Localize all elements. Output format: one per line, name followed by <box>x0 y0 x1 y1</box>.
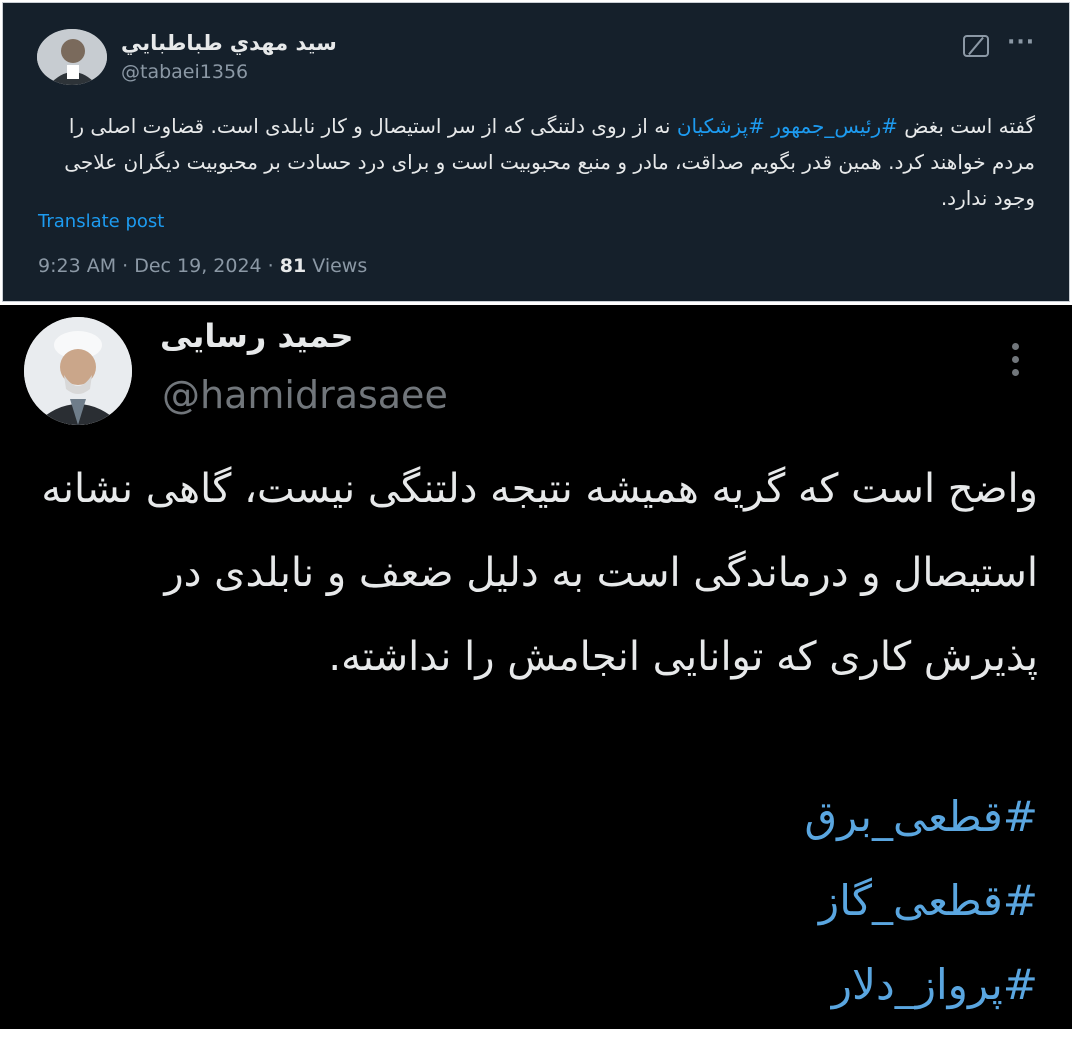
dot <box>1012 369 1019 376</box>
author-name[interactable]: حمید رسایی <box>160 317 354 355</box>
views-count: 81 <box>279 255 307 277</box>
screenshot-stage: سيد مهدي طباطبايي @tabaei1356 ··· گفته ا… <box>0 0 1086 1054</box>
hashtag-link[interactable]: #رئیس_جمهور <box>771 114 898 138</box>
hashtag-link[interactable]: #قطعی_گاز <box>438 859 1038 943</box>
tweet-text: واضح است که گریه همیشه نتیجه دلتنگی نیست… <box>41 466 1038 680</box>
author-handle[interactable]: @tabaei1356 <box>121 61 248 83</box>
tweet-card-2: حمید رسایی @hamidrasaee واضح است که گریه… <box>0 305 1072 1029</box>
author-handle[interactable]: @hamidrasaee <box>162 373 448 417</box>
tweet-meta: 9:23 AM · Dec 19, 2024 · 81 Views <box>38 255 367 277</box>
more-vertical-icon[interactable] <box>1012 343 1024 382</box>
avatar[interactable] <box>37 29 107 85</box>
author-name[interactable]: سيد مهدي طباطبايي <box>121 31 337 55</box>
tweet-text-prefix: گفته است بغض <box>897 114 1035 138</box>
avatar[interactable] <box>24 317 132 425</box>
dot <box>1012 356 1019 363</box>
hashtag-link[interactable]: #پزشکیان <box>677 114 765 138</box>
hashtag-list: #قطعی_برق #قطعی_گاز #پرواز_دلار <box>438 775 1038 1027</box>
person-portrait-icon <box>24 317 132 425</box>
hashtag-link[interactable]: #قطعی_برق <box>438 775 1038 859</box>
timestamp[interactable]: 9:23 AM · Dec 19, 2024 · <box>38 255 280 277</box>
views-label: Views <box>306 255 368 277</box>
grok-icon[interactable] <box>963 35 989 57</box>
dot <box>1012 343 1019 350</box>
tweet-card-1: سيد مهدي طباطبايي @tabaei1356 ··· گفته ا… <box>2 2 1070 302</box>
more-horizontal-icon[interactable]: ··· <box>1007 30 1035 55</box>
hashtag-link[interactable]: #پرواز_دلار <box>438 943 1038 1027</box>
translate-post-link[interactable]: Translate post <box>38 211 164 232</box>
tweet-text: گفته است بغض #رئیس_جمهور #پزشکیان نه از … <box>25 108 1035 216</box>
person-portrait-icon <box>37 29 107 85</box>
